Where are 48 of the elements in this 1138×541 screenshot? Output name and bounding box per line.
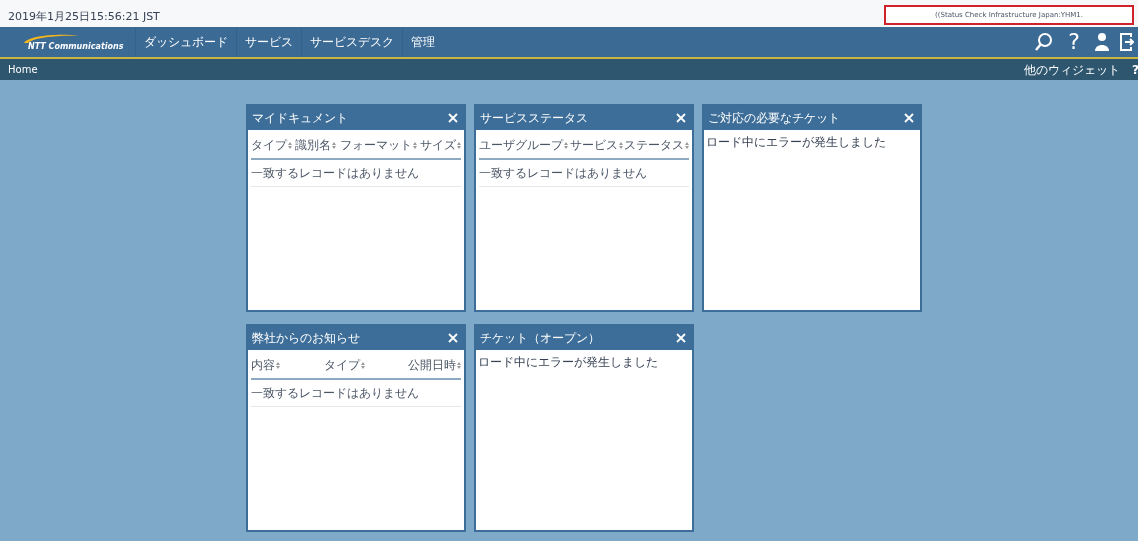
close-icon[interactable] (448, 333, 458, 343)
sort-icon[interactable] (618, 141, 623, 149)
column-header[interactable]: タイプ (323, 356, 360, 374)
nav-item[interactable]: ダッシュボード (135, 27, 237, 57)
column-header[interactable]: 公開日時 (408, 356, 456, 374)
user-icon[interactable] (1094, 32, 1110, 52)
widget-title: ご対応の必要なチケット (708, 110, 840, 127)
column-header[interactable]: タイプ (251, 136, 287, 154)
error-message: ロード中にエラーが発生しました (706, 134, 887, 151)
nav-item[interactable]: サービス (236, 27, 302, 57)
column-header[interactable]: ステータス (624, 136, 684, 154)
widget-title: チケット（オープン） (480, 330, 600, 347)
sort-icon[interactable] (457, 141, 461, 149)
nav-item[interactable]: 管理 (402, 27, 444, 57)
breadcrumb[interactable]: Home (8, 62, 38, 77)
timestamp: 2019年1月25日15:56:21 JST (8, 8, 160, 25)
column-header[interactable]: サービス (569, 136, 618, 154)
nav-item[interactable]: サービスデスク (301, 27, 403, 57)
sort-icon[interactable] (360, 361, 365, 369)
close-icon[interactable] (904, 113, 914, 123)
empty-message: 一致するレコードはありません (251, 160, 461, 187)
column-header[interactable]: 識別名 (295, 136, 332, 154)
logout-icon[interactable] (1120, 33, 1134, 51)
close-icon[interactable] (676, 113, 686, 123)
sort-icon[interactable] (457, 361, 461, 369)
column-header[interactable]: ユーザグループ (479, 136, 563, 154)
search-icon[interactable] (1034, 32, 1054, 52)
empty-message: 一致するレコードはありません (479, 160, 689, 187)
close-icon[interactable] (676, 333, 686, 343)
sort-icon[interactable] (288, 141, 292, 149)
error-message: ロード中にエラーが発生しました (478, 354, 659, 371)
widget-title: サービスステータス (480, 110, 588, 127)
help-mark[interactable]: ? (1132, 60, 1138, 79)
help-button[interactable]: ? (1064, 31, 1084, 53)
sort-icon[interactable] (685, 141, 689, 149)
sort-icon[interactable] (276, 361, 280, 369)
logo-text[interactable]: NTT Communications (28, 42, 124, 51)
widget-title: 弊社からのお知らせ (252, 330, 360, 347)
column-header[interactable]: サイズ (420, 136, 456, 154)
close-icon[interactable] (448, 113, 458, 123)
widget-title: マイドキュメント (252, 110, 348, 127)
empty-message: 一致するレコードはありません (251, 380, 461, 407)
widgets-link[interactable]: 他のウィジェット (1024, 60, 1120, 79)
column-header[interactable]: 内容 (251, 356, 275, 374)
sort-icon[interactable] (412, 141, 417, 149)
sort-icon[interactable] (332, 141, 337, 149)
sort-icon[interactable] (564, 141, 568, 149)
column-header[interactable]: フォーマット (339, 136, 412, 154)
